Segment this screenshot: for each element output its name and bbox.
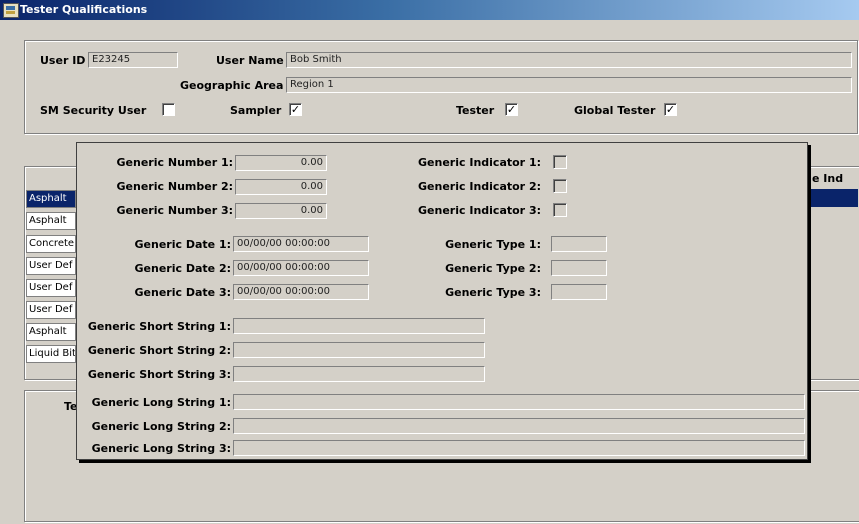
generic-date-1-field[interactable]: 00/00/00 00:00:00	[233, 236, 369, 252]
list-row[interactable]: Concrete	[26, 235, 76, 253]
list-row[interactable]: User Def	[26, 301, 76, 319]
list-row[interactable]: Asphalt	[26, 190, 76, 208]
geographic-area-field[interactable]: Region 1	[286, 77, 852, 93]
generic-long-string-1-label: Generic Long String 1:	[91, 396, 231, 409]
list-row[interactable]: User Def	[26, 257, 76, 275]
generic-type-3-field[interactable]	[551, 284, 607, 300]
tester-checkbox[interactable]: ✓	[505, 103, 518, 116]
sm-security-user-label: SM Security User	[40, 104, 147, 117]
generic-short-string-2-label: Generic Short String 2:	[87, 344, 231, 357]
list-selection-bar[interactable]	[808, 189, 858, 207]
sampler-label: Sampler	[230, 104, 282, 117]
user-name-label: User Name	[216, 54, 284, 67]
generic-number-2-label: Generic Number 2:	[116, 180, 233, 193]
generic-number-1-label: Generic Number 1:	[116, 156, 233, 169]
list-row[interactable]: User Def	[26, 279, 76, 297]
generic-short-string-3-label: Generic Short String 3:	[87, 368, 231, 381]
generic-date-3-label: Generic Date 3:	[134, 286, 231, 299]
tester-label: Tester	[456, 104, 495, 117]
generic-indicator-1-checkbox[interactable]	[553, 155, 567, 169]
list-row[interactable]: Liquid Bit	[26, 345, 76, 363]
generic-date-2-field[interactable]: 00/00/00 00:00:00	[233, 260, 369, 276]
generic-type-2-field[interactable]	[551, 260, 607, 276]
generic-short-string-3-field[interactable]	[233, 366, 485, 382]
generic-short-string-2-field[interactable]	[233, 342, 485, 358]
sampler-checkbox[interactable]: ✓	[289, 103, 302, 116]
generic-long-string-1-field[interactable]	[233, 394, 805, 410]
generic-long-string-3-field[interactable]	[233, 440, 805, 456]
app-icon	[3, 3, 19, 18]
generic-type-1-label: Generic Type 1:	[445, 238, 541, 251]
list-row[interactable]: Asphalt	[26, 212, 76, 230]
generic-long-string-3-label: Generic Long String 3:	[91, 442, 231, 455]
column-header-fragment: e Ind	[812, 172, 844, 185]
generic-date-1-label: Generic Date 1:	[134, 238, 231, 251]
user-id-field[interactable]: E23245	[88, 52, 178, 68]
geographic-area-label: Geographic Area	[180, 79, 284, 92]
generic-indicator-2-checkbox[interactable]	[553, 179, 567, 193]
generic-long-string-2-label: Generic Long String 2:	[91, 420, 231, 433]
generic-number-3-field[interactable]: 0.00	[235, 203, 327, 219]
generic-fields-popup: Generic Number 1: 0.00 Generic Number 2:…	[76, 142, 808, 460]
window-title: Tester Qualifications	[20, 3, 148, 16]
generic-number-1-field[interactable]: 0.00	[235, 155, 327, 171]
global-tester-checkbox[interactable]: ✓	[664, 103, 677, 116]
generic-long-string-2-field[interactable]	[233, 418, 805, 434]
generic-indicator-3-label: Generic Indicator 3:	[418, 204, 541, 217]
user-name-field[interactable]: Bob Smith	[286, 52, 852, 68]
generic-number-2-field[interactable]: 0.00	[235, 179, 327, 195]
generic-indicator-1-label: Generic Indicator 1:	[418, 156, 541, 169]
generic-date-3-field[interactable]: 00/00/00 00:00:00	[233, 284, 369, 300]
generic-type-3-label: Generic Type 3:	[445, 286, 541, 299]
generic-number-3-label: Generic Number 3:	[116, 204, 233, 217]
generic-short-string-1-field[interactable]	[233, 318, 485, 334]
generic-short-string-1-label: Generic Short String 1:	[87, 320, 231, 333]
generic-indicator-3-checkbox[interactable]	[553, 203, 567, 217]
sm-security-user-checkbox[interactable]	[162, 103, 175, 116]
generic-type-1-field[interactable]	[551, 236, 607, 252]
list-row[interactable]: Asphalt	[26, 323, 76, 341]
generic-type-2-label: Generic Type 2:	[445, 262, 541, 275]
generic-indicator-2-label: Generic Indicator 2:	[418, 180, 541, 193]
user-id-label: User ID	[40, 54, 86, 67]
generic-date-2-label: Generic Date 2:	[134, 262, 231, 275]
global-tester-label: Global Tester	[574, 104, 656, 117]
